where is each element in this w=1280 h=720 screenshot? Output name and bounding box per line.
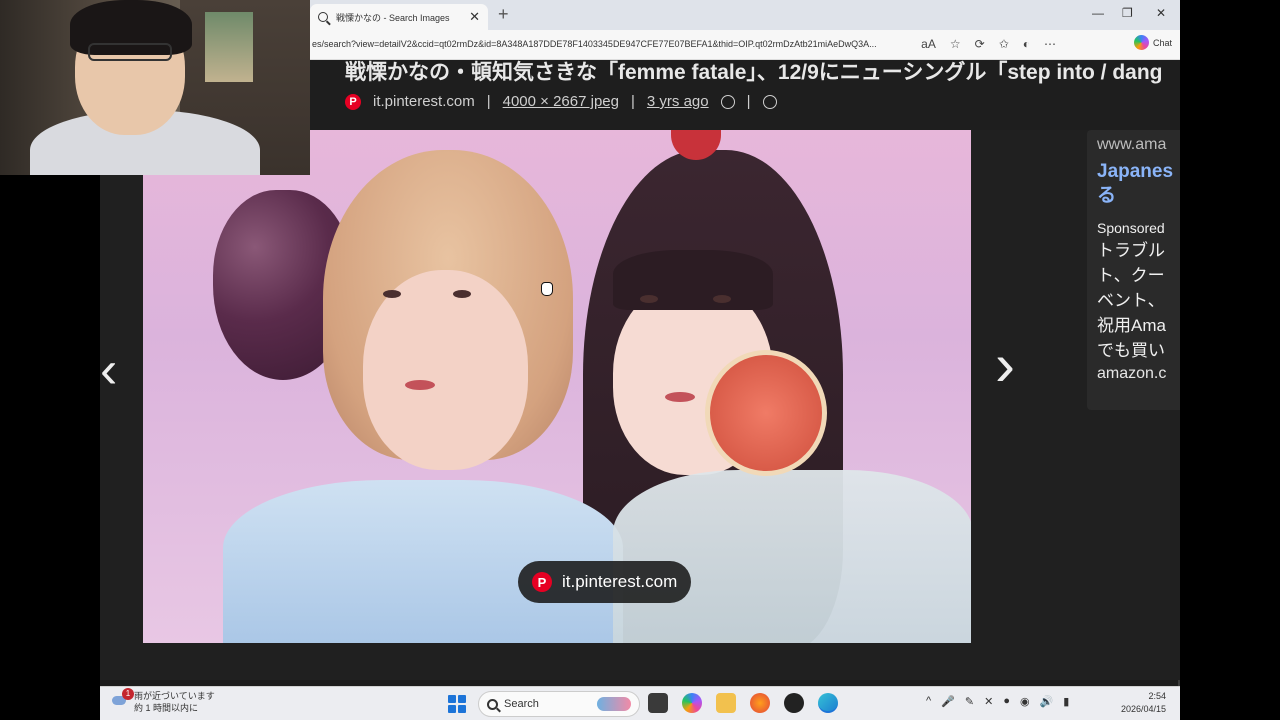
chat-label: Chat (1152, 37, 1172, 48)
volume-icon[interactable]: 🔊 (1040, 695, 1054, 708)
source-watermark[interactable]: P it.pinterest.com (518, 561, 692, 603)
eye (640, 295, 658, 303)
taskbar-apps (648, 693, 838, 713)
tab-close-button[interactable]: ✕ (469, 9, 480, 25)
microphone-icon[interactable]: 🎤 (941, 695, 955, 708)
weather-widget[interactable]: 1 雨が近づいています 約 1 時間以内に (110, 688, 215, 714)
ad-domain: www.ama (1097, 136, 1167, 153)
time: 2:54 (1148, 691, 1166, 701)
favorites-icon[interactable]: ✩ (999, 37, 1009, 51)
copilot-chat-button[interactable]: Chat (1133, 35, 1172, 50)
main-image[interactable]: P it.pinterest.com (143, 130, 971, 643)
read-aloud-icon[interactable]: aA (921, 37, 936, 51)
profile-icon[interactable]: ◐ (1023, 37, 1030, 51)
info-icon[interactable] (762, 94, 777, 109)
search-label: Search (504, 698, 539, 710)
search-highlight-icon (597, 697, 631, 711)
taskbar-search[interactable]: Search (478, 691, 640, 717)
task-view-icon[interactable] (648, 693, 668, 713)
url-field[interactable]: es/search?view=detailV2&ccid=qt02rmDz&id… (312, 39, 877, 49)
taskbar: 1 雨が近づいています 約 1 時間以内に Search ^ 🎤 ✎ ✕ ● ◉… (100, 686, 1180, 720)
eye (383, 290, 401, 298)
extensions-icon[interactable]: ⟳ (975, 37, 985, 51)
system-tray: ^ 🎤 ✎ ✕ ● ◉ 🔊 ▮ (926, 695, 1069, 708)
pen-icon[interactable]: ✎ (965, 695, 974, 708)
tool-close-icon[interactable]: ✕ (984, 695, 993, 708)
copilot-app-icon[interactable] (682, 693, 702, 713)
grapefruit-prop (705, 350, 827, 476)
copilot-icon (1133, 35, 1149, 50)
separator: | (486, 93, 491, 110)
result-headline[interactable]: 戦慄かなの・頓知気さきな「femme fatale」、12/9にニューシングル「… (345, 56, 1175, 86)
source-domain[interactable]: it.pinterest.com (373, 93, 475, 110)
screen: 戦慄かなの - Search Images ✕ + — ❐ ✕ es/searc… (0, 0, 1280, 720)
maximize-button[interactable]: ❐ (1122, 6, 1133, 20)
clock[interactable]: 2:54 2026/04/15 (1121, 690, 1166, 716)
lips (405, 380, 435, 390)
browser-tab[interactable]: 戦慄かなの - Search Images ✕ (310, 4, 488, 30)
pinterest-icon: P (345, 93, 361, 110)
separator: | (746, 93, 751, 110)
image-age-link[interactable]: 3 yrs ago (647, 93, 709, 110)
notification-badge: 1 (122, 688, 134, 700)
dark-fringe (613, 250, 773, 310)
ad-title-line: る (1097, 185, 1117, 206)
weather-line: 約 1 時間以内に (134, 703, 199, 713)
left-face (363, 270, 528, 470)
source-row: P it.pinterest.com | 4000 × 2667 jpeg | … (345, 93, 777, 110)
file-explorer-icon[interactable] (716, 693, 736, 713)
ad-link[interactable]: amazon.c (1097, 365, 1180, 383)
ad-body-line: ベント、 (1097, 291, 1165, 310)
firefox-icon[interactable] (750, 693, 770, 713)
weather-text: 雨が近づいています 約 1 時間以内に (134, 690, 215, 714)
sponsored-ad[interactable]: www.ama Japanes る Sponsored トラブル ト、クー ベン… (1087, 130, 1180, 410)
sheer-top (613, 470, 971, 643)
close-window-button[interactable]: ✕ (1156, 6, 1166, 20)
ad-title-line: Japanes (1097, 161, 1174, 182)
ad-body-line: 祝用Ama (1097, 316, 1166, 335)
show-hidden-icons-icon[interactable]: ^ (926, 695, 931, 708)
battery-icon[interactable]: ▮ (1063, 695, 1069, 708)
minimize-button[interactable]: — (1092, 6, 1104, 20)
eye (713, 295, 731, 303)
ad-body-line: ト、クー (1097, 266, 1165, 285)
toolbar-icons: aA ☆ ⟳ ✩ ◐ ⋯ (921, 37, 1056, 51)
edge-browser-icon[interactable] (818, 693, 838, 713)
ad-body-line: トラブル (1097, 241, 1165, 260)
ad-body-line: でも買い (1097, 341, 1165, 360)
favorite-star-icon[interactable]: ☆ (950, 37, 961, 51)
ad-title[interactable]: Japanes る (1097, 160, 1180, 208)
previous-image-button[interactable]: ‹ (100, 340, 117, 400)
new-tab-button[interactable]: + (498, 4, 509, 25)
tab-title: 戦慄かなの - Search Images (336, 12, 450, 23)
cloud-sync-icon[interactable]: ● (1003, 695, 1010, 708)
image-dimensions-link[interactable]: 4000 × 2667 jpeg (503, 93, 619, 110)
sponsored-label: Sponsored (1097, 220, 1165, 236)
pinterest-icon: P (532, 572, 552, 592)
more-menu-icon[interactable]: ⋯ (1044, 37, 1056, 51)
eye (453, 290, 471, 298)
background-poster (205, 12, 253, 82)
hand-cursor-icon (541, 282, 553, 296)
ad-body: トラブル ト、クー ベント、 祝用Ama でも買い (1097, 238, 1180, 363)
search-icon (318, 12, 328, 22)
image-viewer: ‹ P it.pinterest.com › www.ama Japanes る… (100, 130, 1180, 680)
webcam-overlay (0, 0, 310, 175)
wifi-icon[interactable]: ◉ (1020, 695, 1030, 708)
search-icon (487, 698, 498, 710)
lips (665, 392, 695, 402)
glasses (88, 43, 172, 61)
recording-app-icon[interactable] (784, 693, 804, 713)
start-button[interactable] (448, 695, 466, 713)
rain-cloud-icon: 1 (110, 688, 134, 710)
history-icon[interactable] (720, 94, 735, 109)
date: 2026/04/15 (1120, 704, 1166, 714)
separator: | (631, 93, 635, 110)
watermark-text: it.pinterest.com (562, 572, 678, 591)
weather-line: 雨が近づいています (134, 691, 215, 701)
next-image-button[interactable]: › (995, 330, 1015, 399)
